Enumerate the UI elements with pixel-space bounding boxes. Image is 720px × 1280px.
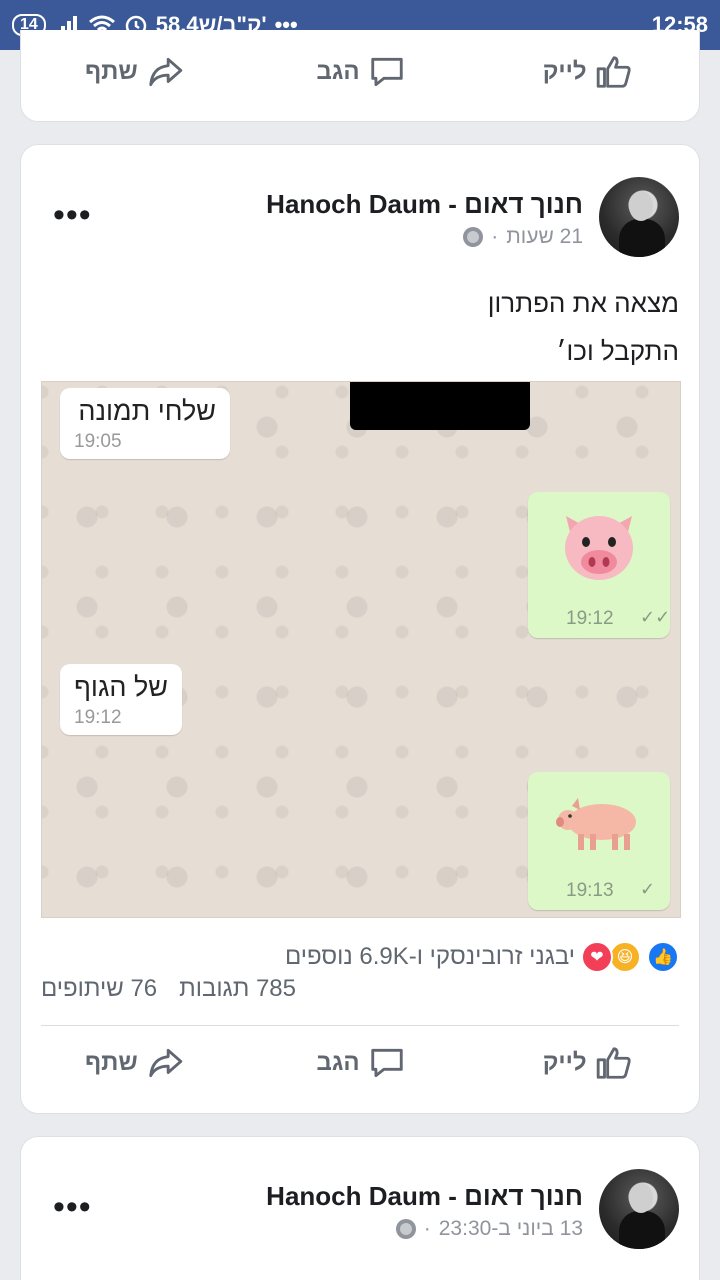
reactions-summary[interactable]: 👍 😆 ❤ יבגני זרובינסקי ו-6.9K נוספים [285,941,679,973]
divider [41,1025,679,1026]
like-reaction-icon: 👍 [647,941,679,973]
post-card: חנוך דאום - Hanoch Daum 21 שעות · ••• מצ… [20,144,700,1114]
chat-message: שלחי תמונה [78,396,216,426]
post-time[interactable]: 21 שעות [506,225,583,249]
check-icon: ✓ [640,879,656,899]
author-name[interactable]: חנוך דאום - Hanoch Daum [266,189,583,220]
share-icon [149,1048,182,1078]
engagement-counts: 785 תגובות 76 שיתופים [41,975,296,1003]
avatar[interactable] [599,177,679,257]
author-name[interactable]: חנוך דאום - Hanoch Daum [266,1181,583,1212]
double-check-icon: ✓✓ [640,607,671,627]
redaction-block [350,382,530,430]
thumbs-up-icon [596,1047,631,1079]
post-text-line: התקבל וכו׳ [556,336,679,366]
action-bar: לייק הגב שתף [21,1033,699,1093]
avatar[interactable] [599,1169,679,1249]
more-options-icon[interactable]: ••• [53,1190,92,1224]
post-header: חנוך דאום - Hanoch Daum 21 שעות · ••• [41,177,679,259]
post-header: חנוך דאום - Hanoch Daum 13 ביוני ב-23:30… [41,1169,679,1251]
chat-time: 19:05 [74,431,122,452]
pig-face-emoji-icon [565,516,633,580]
chat-message: של הגוף [74,672,168,702]
like-button[interactable]: לייק [474,1033,699,1093]
like-button[interactable]: לייק [474,42,699,102]
post-meta: 13 ביוני ב-23:30 · [395,1217,583,1241]
share-button[interactable]: שתף [21,1033,248,1093]
previous-post-card: לייק הגב שתף [20,30,700,122]
globe-icon [395,1219,416,1239]
thumbs-up-icon [596,56,631,88]
pig-emoji-icon [556,798,636,850]
comment-button[interactable]: הגב [248,1033,475,1093]
comment-icon [370,57,403,87]
share-label: שתף [84,58,138,85]
love-reaction-icon: ❤ [581,941,613,973]
reactions-text: יבגני זרובינסקי ו-6.9K נוספים [284,943,575,970]
comment-button[interactable]: הגב [248,42,475,102]
comments-count[interactable]: 785 תגובות [179,975,296,1003]
post-image[interactable]: שלחי תמונה 19:05 19:12 ✓✓ של הגוף 19:12 [41,381,681,918]
comment-icon [370,1048,403,1078]
chat-time: 19:12 [74,707,122,728]
chat-time: 19:12 [566,608,614,629]
chat-bubble-incoming: של הגוף 19:12 [60,664,182,735]
action-bar: לייק הגב שתף [21,42,699,102]
chat-bubble-incoming: שלחי תמונה 19:05 [60,388,230,459]
chat-time: 19:13 [566,880,614,901]
chat-bubble-outgoing: 19:13 ✓ [528,772,670,910]
comment-label: הגב [316,58,360,85]
chat-bubble-outgoing: 19:12 ✓✓ [528,492,670,638]
like-label: לייק [542,1049,587,1076]
globe-icon [463,227,484,247]
share-button[interactable]: שתף [21,42,248,102]
shares-count[interactable]: 76 שיתופים [41,975,157,1003]
more-options-icon[interactable]: ••• [53,198,92,232]
share-label: שתף [84,1049,138,1076]
haha-reaction-icon: 😆 [609,941,641,973]
comment-label: הגב [316,1049,360,1076]
next-post-card: חנוך דאום - Hanoch Daum 13 ביוני ב-23:30… [20,1136,700,1280]
post-text-line: מצאה את הפתרון [487,288,679,318]
post-meta: 21 שעות · [463,225,583,249]
post-time[interactable]: 13 ביוני ב-23:30 [439,1217,583,1241]
share-icon [149,57,182,87]
post-text: מצאה את הפתרון התקבל וכו׳ [488,279,679,375]
like-label: לייק [542,58,587,85]
